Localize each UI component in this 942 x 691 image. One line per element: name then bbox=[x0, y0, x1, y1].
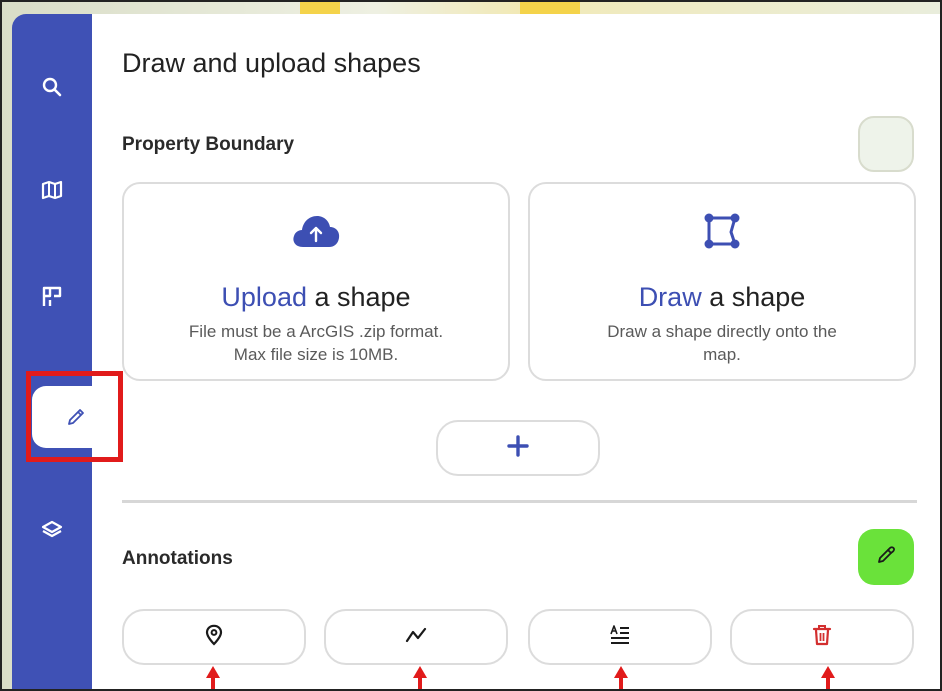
map-road bbox=[300, 0, 340, 14]
callout-arrow-stem bbox=[826, 676, 830, 691]
property-boundary-title: Property Boundary bbox=[122, 134, 295, 155]
map-icon bbox=[41, 180, 63, 200]
callout-arrow-stem bbox=[418, 676, 422, 691]
page-title: Draw and upload shapes bbox=[122, 48, 421, 78]
eyedropper-icon bbox=[876, 545, 896, 570]
upload-shape-description: File must be a ArcGIS .zip format. Max fi… bbox=[188, 322, 444, 364]
sidebar-item-plan[interactable] bbox=[12, 267, 92, 327]
annotations-title: Annotations bbox=[122, 548, 233, 569]
upload-link[interactable]: Upload bbox=[221, 282, 307, 312]
plus-icon bbox=[506, 434, 530, 463]
floorplan-icon bbox=[42, 286, 62, 308]
draw-shape-heading: Draw a shape bbox=[638, 282, 806, 312]
callout-arrow-stem bbox=[619, 676, 623, 691]
sidebar bbox=[12, 14, 120, 691]
draw-shape-card[interactable]: Draw a shape Draw a shape directly onto … bbox=[528, 182, 916, 381]
sidebar-item-layers[interactable] bbox=[12, 500, 92, 560]
text-tool-button[interactable] bbox=[528, 609, 712, 665]
callout-arrow-stem bbox=[211, 676, 215, 691]
draw-link[interactable]: Draw bbox=[639, 282, 702, 312]
upload-shape-heading: Upload a shape bbox=[221, 282, 411, 312]
text-icon bbox=[609, 624, 631, 650]
marker-tool-button[interactable] bbox=[122, 609, 306, 665]
search-icon bbox=[42, 77, 62, 97]
delete-tool-button[interactable] bbox=[730, 609, 914, 665]
polygon-draw-icon bbox=[530, 206, 914, 256]
line-icon bbox=[405, 626, 427, 649]
add-shape-button[interactable] bbox=[436, 420, 600, 476]
location-pin-icon bbox=[205, 624, 223, 651]
map-road bbox=[520, 0, 580, 14]
layers-icon bbox=[41, 520, 63, 540]
pencil-icon bbox=[65, 406, 87, 428]
property-boundary-toggle[interactable] bbox=[858, 116, 914, 172]
sidebar-item-search[interactable] bbox=[12, 57, 92, 117]
upload-shape-card[interactable]: Upload a shape File must be a ArcGIS .zi… bbox=[122, 182, 510, 381]
annotations-toggle[interactable] bbox=[858, 529, 914, 585]
draw-shape-description: Draw a shape directly onto the map. bbox=[607, 322, 837, 364]
cloud-upload-icon bbox=[124, 206, 508, 256]
line-tool-button[interactable] bbox=[324, 609, 508, 665]
section-divider bbox=[122, 500, 917, 503]
trash-icon bbox=[812, 624, 832, 651]
draw-panel: Draw and upload shapes Property Boundary… bbox=[92, 14, 942, 691]
sidebar-item-map[interactable] bbox=[12, 160, 92, 220]
